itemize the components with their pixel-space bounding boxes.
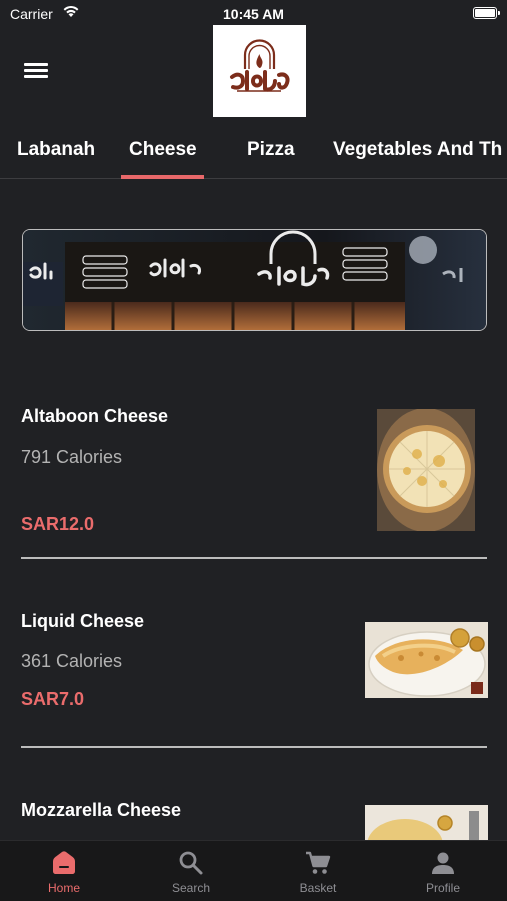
divider — [21, 557, 487, 559]
status-bar: Carrier 10:45 AM — [0, 0, 507, 28]
menu-item-calories: 361 Calories — [21, 651, 123, 671]
menu-item-name[interactable]: Altaboon Cheese — [21, 406, 168, 427]
tab-pizza[interactable]: Pizza — [247, 139, 295, 161]
tab-selection-indicator — [121, 175, 204, 179]
menu-item-image[interactable] — [377, 409, 475, 531]
home-icon — [53, 851, 75, 874]
tab-labanah[interactable]: Labanah — [17, 139, 95, 161]
nav-home[interactable]: Home — [1, 841, 127, 901]
profile-icon — [432, 852, 454, 874]
menu-item-calories: 791 Calories — [21, 447, 123, 467]
menu-item-price: SAR12.0 — [21, 514, 95, 534]
menu-item-image[interactable] — [365, 622, 488, 698]
search-icon — [179, 851, 203, 875]
nav-home-label: Home — [47, 881, 80, 895]
hamburger-menu-icon[interactable] — [24, 60, 48, 82]
nav-basket[interactable]: Basket — [255, 841, 381, 901]
bottom-tab-bar: Home Search Basket Profile — [0, 840, 507, 901]
nav-basket-label: Basket — [299, 881, 337, 895]
divider — [21, 746, 487, 748]
category-tabs: Labanah Cheese Pizza Vegetables And Th — [0, 126, 507, 179]
storefront-banner-image — [22, 229, 487, 331]
altaboon-logo-icon — [213, 25, 306, 117]
battery-icon — [473, 7, 500, 19]
menu-item-name[interactable]: Mozzarella Cheese — [21, 800, 181, 821]
nav-search-label: Search — [171, 881, 211, 895]
nav-profile[interactable]: Profile — [380, 841, 506, 901]
tab-cheese[interactable]: Cheese — [129, 139, 197, 161]
nav-search[interactable]: Search — [128, 841, 254, 901]
tab-vegetables[interactable]: Vegetables And Th — [333, 139, 502, 161]
cart-icon — [306, 851, 331, 874]
status-time: 10:45 AM — [223, 6, 284, 22]
nav-profile-label: Profile — [425, 881, 460, 895]
menu-item-price: SAR7.0 — [21, 689, 85, 709]
menu-item-name[interactable]: Liquid Cheese — [21, 611, 144, 632]
menu-item-image[interactable] — [365, 805, 488, 841]
